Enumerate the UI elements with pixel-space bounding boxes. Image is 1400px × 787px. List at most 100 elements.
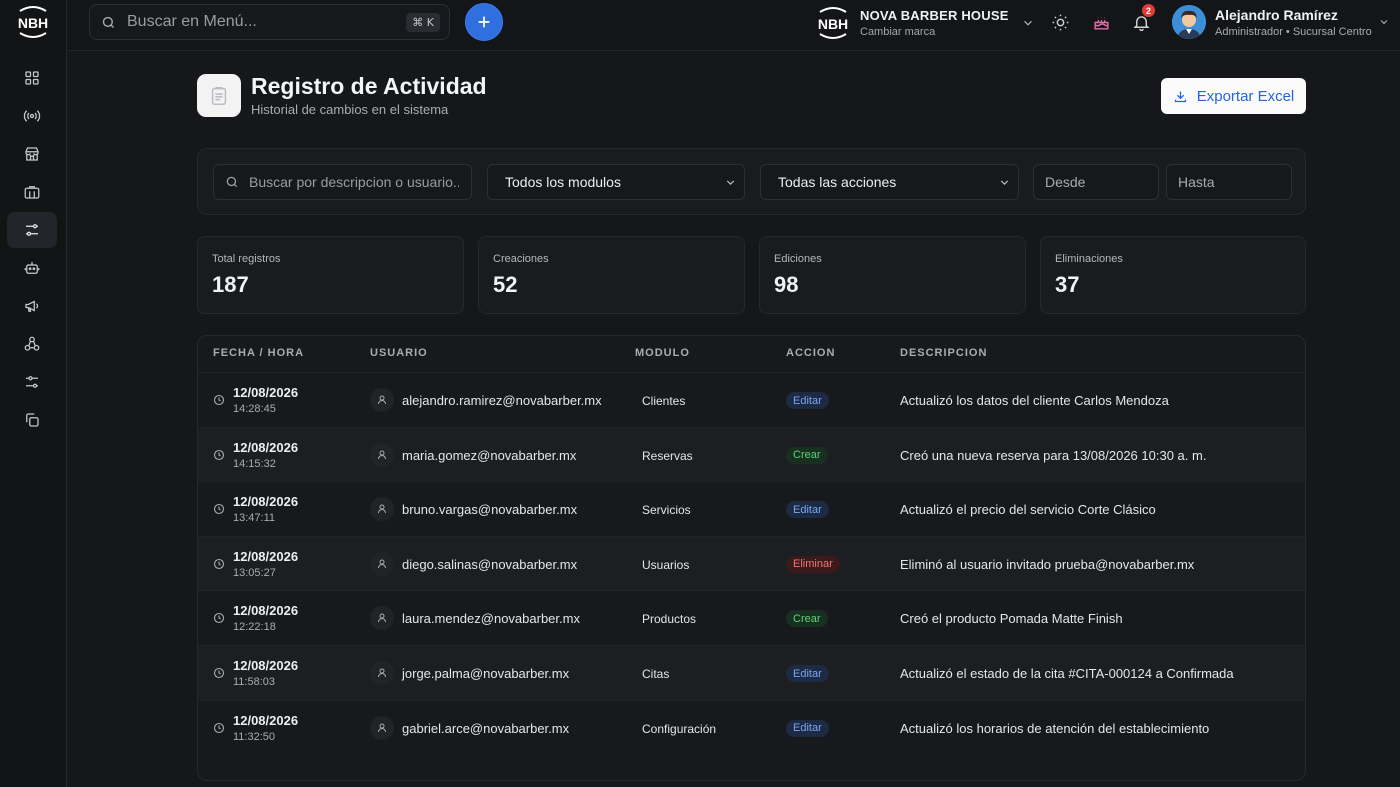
row-user: jorge.palma@novabarber.mx — [402, 666, 570, 681]
clock-icon — [213, 394, 225, 406]
row-user: laura.mendez@novabarber.mx — [402, 611, 580, 627]
date-to-field[interactable]: Hasta — [1166, 164, 1292, 200]
sidebar-item-0[interactable] — [7, 60, 57, 96]
sidebar-item-3[interactable] — [7, 174, 57, 210]
activity-search[interactable] — [213, 164, 472, 200]
stat-edits: Ediciones 98 — [759, 236, 1026, 314]
row-date: 12/08/2026 — [233, 548, 299, 564]
sidebar-item-2[interactable] — [7, 136, 57, 172]
user-icon — [370, 606, 394, 631]
column-header-date[interactable]: FECHA / HORA — [213, 347, 304, 359]
topbar: ⌘ K NBH NOVA BARBER HOUSE Cambiar marca … — [67, 0, 1400, 51]
action-select[interactable]: Todas las acciones — [760, 164, 1019, 200]
row-time: 13:05:27 — [233, 566, 276, 579]
export-excel-button[interactable]: Exportar Excel — [1161, 78, 1306, 114]
table-row[interactable]: 12/08/2026 13:47:11 bruno.vargas@novabarbe… — [198, 481, 1305, 536]
stat-value: 52 — [493, 272, 518, 297]
table-row[interactable]: 12/08/2026 11:58:03 jorge.palma@novabarber… — [198, 645, 1305, 700]
chevron-down-icon — [998, 176, 1011, 189]
row-user: diego.salinas@novabarber.mx — [402, 556, 578, 572]
brand-switcher[interactable]: NBH NOVA BARBER HOUSE Cambiar marca — [814, 4, 1035, 42]
sidebar-item-7[interactable] — [7, 326, 57, 362]
row-module: Productos — [642, 612, 697, 627]
row-user: maria.gomez@novabarber.mx — [402, 447, 577, 463]
activity-log-icon — [197, 74, 241, 117]
action-badge: Crear — [786, 610, 828, 628]
row-user: bruno.vargas@novabarber.mx — [402, 502, 578, 518]
action-badge: Eliminar — [786, 555, 840, 573]
sidebar-item-8[interactable] — [7, 364, 57, 400]
action-badge: Editar — [786, 665, 829, 682]
row-module: Reservas — [642, 448, 693, 463]
bell-icon[interactable]: 2 — [1132, 4, 1155, 32]
brand-name: NOVA BARBER HOUSE — [860, 8, 1009, 23]
row-time: 14:28:45 — [233, 403, 276, 415]
change-brand-link[interactable]: Cambiar marca — [860, 26, 1009, 38]
stat-label: Ediciones — [774, 253, 822, 265]
briefcase-icon — [23, 183, 41, 201]
table-row[interactable]: 12/08/2026 12:22:18 laura.mendez@novabarbe… — [198, 590, 1305, 645]
user-menu[interactable]: Alejandro Ramírez Administrador • Sucurs… — [1172, 5, 1390, 39]
clock-icon — [213, 503, 225, 515]
row-date: 12/08/2026 — [233, 603, 299, 619]
row-description: Actualizó el estado de la cita #CITA-000… — [900, 666, 1234, 681]
page-subtitle: Historial de cambios en el sistema — [251, 102, 449, 117]
search-icon — [225, 175, 239, 189]
sidebar: NBH — [0, 0, 67, 787]
page-title: Registro de Actividad — [251, 73, 487, 99]
nbh-logo[interactable]: NBH — [14, 3, 52, 41]
menu-search[interactable]: ⌘ K — [89, 4, 450, 40]
action-badge: Editar — [786, 501, 829, 519]
filters-panel: Todos los modulos Todas las acciones Des… — [197, 148, 1306, 215]
sidebar-item-9[interactable] — [7, 402, 57, 438]
theme-toggle-icon[interactable] — [1051, 13, 1070, 32]
column-header-description[interactable]: DESCRIPCION — [900, 347, 987, 359]
row-time: 14:15:32 — [233, 457, 276, 470]
table-row[interactable]: 12/08/2026 11:32:50 gabriel.arce@novabarbe… — [198, 699, 1305, 755]
export-label: Exportar Excel — [1196, 87, 1295, 105]
table-row[interactable]: 12/08/2026 14:15:32 maria.gomez@novabarber… — [198, 426, 1305, 482]
row-date: 12/08/2026 — [233, 385, 299, 400]
clock-icon — [213, 558, 225, 570]
sliders-icon — [23, 221, 41, 239]
row-module: Usuarios — [642, 557, 690, 572]
date-from-field[interactable]: Desde — [1033, 164, 1159, 200]
download-icon — [1174, 91, 1186, 102]
clock-icon — [213, 449, 225, 461]
stat-label: Eliminaciones — [1055, 253, 1123, 265]
column-header-action[interactable]: ACCION — [786, 347, 835, 359]
stat-label: Total registros — [212, 253, 281, 265]
chevron-down-icon[interactable] — [1021, 16, 1035, 30]
row-module: Clientes — [642, 394, 686, 408]
row-description: Creó una nueva reserva para 13/08/2026 1… — [900, 447, 1207, 463]
row-user: alejandro.ramirez@novabarber.mx — [402, 393, 602, 408]
sidebar-item-4[interactable] — [7, 212, 57, 248]
column-header-user[interactable]: USUARIO — [370, 347, 428, 359]
avatar — [1172, 5, 1206, 39]
menu-search-input[interactable] — [127, 13, 397, 31]
row-description: Actualizó los horarios de atención del e… — [900, 720, 1210, 736]
sidebar-item-1[interactable] — [7, 98, 57, 134]
sidebar-item-5[interactable] — [7, 250, 57, 286]
chevron-down-icon[interactable] — [1378, 16, 1390, 28]
row-module: Configuración — [642, 721, 717, 736]
stat-value: 37 — [1055, 272, 1080, 297]
column-header-module[interactable]: MODULO — [635, 347, 690, 359]
row-description: Creó el producto Pomada Matte Finish — [900, 611, 1123, 627]
add-button[interactable] — [465, 3, 503, 41]
user-icon — [370, 715, 394, 740]
sidebar-item-6[interactable] — [7, 288, 57, 324]
row-time: 13:47:11 — [233, 512, 276, 525]
module-select[interactable]: Todos los modulos — [487, 164, 745, 200]
search-icon — [101, 15, 116, 30]
stat-value: 187 — [212, 272, 249, 297]
row-time: 12:22:18 — [233, 621, 276, 634]
activity-search-input[interactable] — [249, 174, 459, 190]
store-icon — [23, 145, 41, 163]
row-time: 11:58:03 — [233, 676, 276, 688]
table-row[interactable]: 12/08/2026 14:28:45 alejandro.ramirez@nova… — [198, 372, 1305, 427]
table-row[interactable]: 12/08/2026 13:05:27 diego.salinas@novabarb… — [198, 535, 1305, 591]
row-date: 12/08/2026 — [233, 658, 299, 673]
stat-value: 98 — [774, 272, 799, 297]
birthday-cake-icon[interactable] — [1092, 13, 1111, 32]
